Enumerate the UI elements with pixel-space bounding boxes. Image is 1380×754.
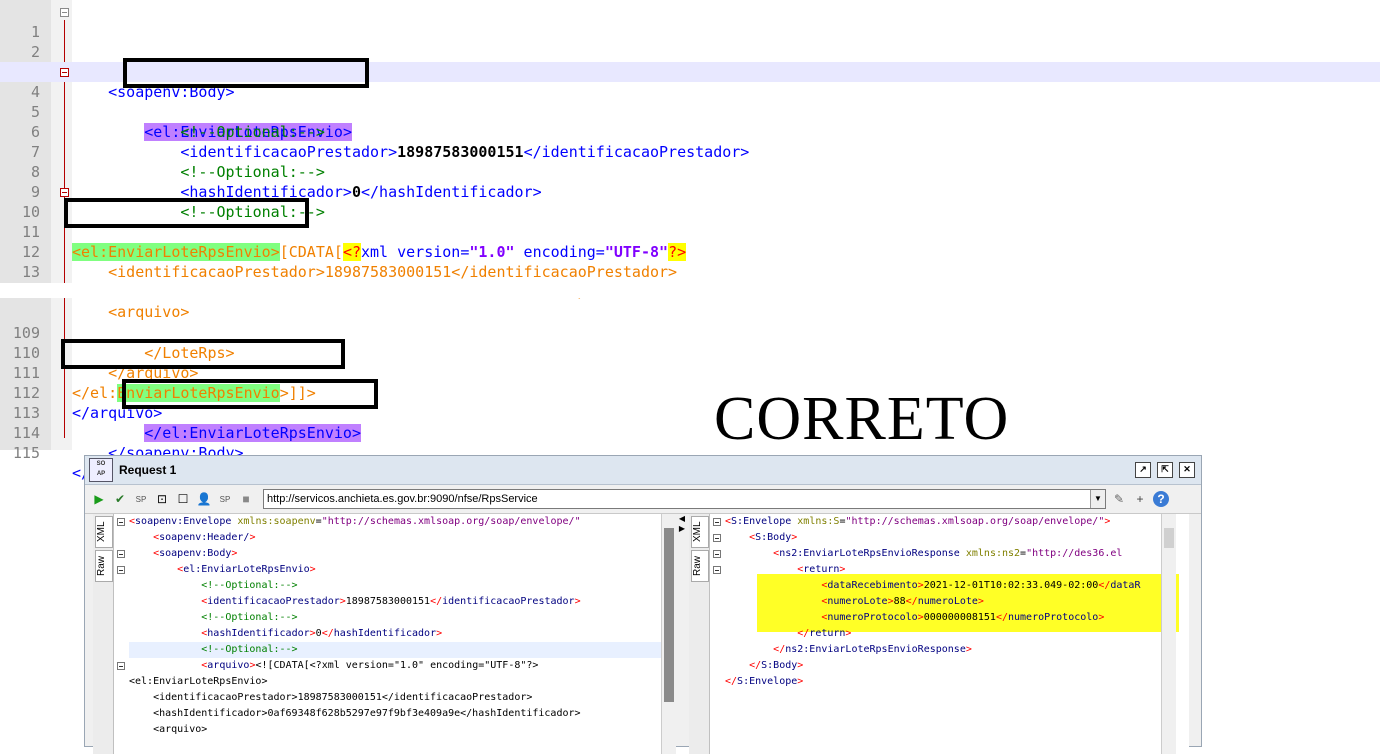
request-line: <hashIdentificador>0</hashIdentificador> [201,628,443,639]
window-titlebar: SO AP Request 1 ↗ ⇱ ✕ [85,456,1201,485]
response-line: </S:Envelope> [725,676,804,687]
fold-toggle-icon[interactable] [117,566,125,574]
endpoint-url-select[interactable]: http://servicos.anchieta.es.gov.br:9090/… [263,489,1106,509]
request-editor[interactable]: XML Raw <soapenv:Envelope xmlns:soapenv=… [93,514,676,754]
fold-toggle-icon[interactable] [60,188,69,197]
code-line: 9 <!--Optional:--> [0,162,1380,221]
tab-xml[interactable]: XML [691,516,709,548]
edit-endpoint-icon[interactable]: ✎ [1111,491,1127,507]
code-line: 13 <hashIdentificador>0af69348f628b5297e… [0,242,1380,301]
response-line: <dataRecebimento>2021-12-01T10:02:33.049… [821,580,1141,591]
endpoint-url: http://servicos.anchieta.es.gov.br:9090/… [267,493,538,505]
scrollbar-thumb[interactable] [1164,528,1174,548]
soapui-request-window: SO AP Request 1 ↗ ⇱ ✕ ▶ ✔ SP ⊡ ☐ 👤 SP ■ h… [84,455,1202,754]
fold-toggle-icon[interactable] [60,8,69,17]
annotation-box [122,379,378,409]
code-line: 7 <!--Optional:--> [0,122,1380,181]
tab-xml[interactable]: XML [95,516,113,548]
code-line: 115 </soapenv:Envelope> [0,423,1380,482]
fold-toggle-icon[interactable] [60,68,69,77]
fold-toggle-icon[interactable] [117,662,125,670]
scrollbar-thumb[interactable] [664,528,674,702]
detach-icon[interactable]: ↗ [1135,462,1151,478]
request-view-tabs: XML Raw [93,514,114,754]
tab-raw[interactable]: Raw [95,550,113,582]
fold-toggle-icon[interactable] [713,534,721,542]
request-scrollbar[interactable] [661,514,676,754]
split-toggle-icon[interactable]: ◀ ▶ [677,514,687,534]
help-icon[interactable]: ? [1153,491,1169,507]
request-line: <!--Optional:--> [129,612,298,623]
annotation-box [64,198,309,228]
code-line: 14 <arquivo> [0,262,1380,321]
code-line: 2 <soapenv:Header/> [0,22,1380,81]
clone-icon[interactable]: ☐ [175,491,191,507]
request-line: <el:EnviarLoteRpsEnvio> [129,676,268,687]
request-line: <arquivo><![CDATA[<?xml version="1.0" en… [201,660,539,671]
response-line: <return> [797,564,846,575]
soap-action-icon[interactable]: SP [217,491,233,507]
response-line: <S:Body> [749,532,798,543]
response-scrollbar[interactable] [1161,514,1176,754]
recreate-icon[interactable]: ⊡ [154,491,170,507]
add-icon[interactable]: + [1132,491,1148,507]
request-line: <identificacaoPrestador>18987583000151</… [201,596,581,607]
response-line: <numeroProtocolo>000000008151</numeroPro… [821,612,1105,623]
response-view-tabs: XML Raw [689,514,710,754]
response-line: <numeroLote>88</numeroLote> [821,596,984,607]
response-editor[interactable]: XML Raw <S:Envelope xmlns:S="http://sche… [689,514,1189,754]
response-line: </S:Body> [749,660,804,671]
snippet-gap [0,283,1380,298]
request-line: <!--Optional:--> [129,580,298,591]
fold-toggle-icon[interactable] [713,566,721,574]
fold-toggle-icon[interactable] [713,550,721,558]
line-number: 115 [12,444,40,462]
annotation-box [123,58,369,88]
request-line: <hashIdentificador>0af69348f628b5297e97f… [129,708,581,719]
request-line: <!--Optional:--> [129,644,298,655]
window-title: Request 1 [119,463,177,477]
fold-toggle-icon[interactable] [117,518,125,526]
run-icon[interactable]: ▶ [91,491,107,507]
tab-raw[interactable]: Raw [691,550,709,582]
code-line: 8 <hashIdentificador>0</hashIdentificado… [0,142,1380,201]
code-line: 1 <soapenv:Envelope xmlns:soapenv="http:… [0,2,1380,81]
correct-label: CORRETO [714,385,1010,453]
request-line: <soapenv:Header/> [153,532,256,543]
float-icon[interactable]: ⇱ [1157,462,1173,478]
create-empty-icon[interactable]: SP [133,491,149,507]
request-toolbar: ▶ ✔ SP ⊡ ☐ 👤 SP ■ http://servicos.anchie… [85,485,1201,514]
response-line: </ns2:EnviarLoteRpsEnvioResponse> [773,644,972,655]
response-line: </return> [797,628,852,639]
stop-icon[interactable]: ■ [238,491,254,507]
request-line: <identificacaoPrestador>18987583000151</… [129,692,533,703]
response-line: <S:Envelope xmlns:S="http://schemas.xmls… [725,516,1111,527]
fold-toggle-icon[interactable] [117,550,125,558]
chevron-down-icon[interactable]: ▼ [1090,490,1105,508]
code-line: 6 <identificacaoPrestador>18987583000151… [0,102,1380,161]
code-line: 109 </LoteRps> [0,303,1380,362]
annotation-box [61,339,345,369]
add-assertion-icon[interactable]: ✔ [112,491,128,507]
request-line: <soapenv:Envelope xmlns:soapenv="http://… [129,516,581,527]
soap-logo-icon: SO AP [89,458,113,482]
fold-toggle-icon[interactable] [713,518,721,526]
close-icon[interactable]: ✕ [1179,462,1195,478]
request-line: <soapenv:Body> [153,548,238,559]
request-line: <el:EnviarLoteRpsEnvio> [177,564,316,575]
response-line: <ns2:EnviarLoteRpsEnvioResponse xmlns:ns… [773,548,1123,559]
user-icon[interactable]: 👤 [196,491,212,507]
